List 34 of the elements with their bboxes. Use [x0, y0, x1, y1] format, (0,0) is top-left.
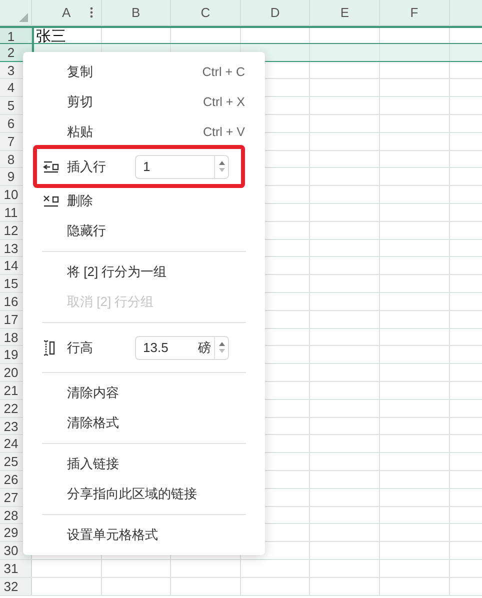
- number-input[interactable]: 1: [135, 154, 229, 178]
- row-header[interactable]: 31: [0, 560, 32, 577]
- row-header[interactable]: 32: [0, 578, 32, 594]
- column-header[interactable]: E: [310, 0, 380, 25]
- increment-icon[interactable]: [218, 161, 224, 165]
- menu-item[interactable]: 隐藏行: [67, 221, 106, 241]
- menu-item[interactable]: 清除格式: [67, 413, 119, 433]
- menu-item[interactable]: 清除内容: [67, 383, 119, 403]
- column-header[interactable]: A: [32, 0, 102, 25]
- insert-row-icon: [43, 160, 59, 172]
- shortcut-text: Ctrl + V: [202, 124, 245, 141]
- delete-row-icon: [43, 195, 59, 207]
- menu-item[interactable]: 行高: [67, 338, 93, 358]
- menu-item[interactable]: 插入行: [67, 156, 106, 176]
- drag-handle-icon[interactable]: [90, 7, 93, 18]
- increment-icon[interactable]: [218, 342, 224, 346]
- row-height-icon: [43, 340, 55, 356]
- menu-item[interactable]: 删除: [67, 191, 93, 211]
- row-header[interactable]: 1: [0, 28, 32, 43]
- menu-item[interactable]: 复制: [67, 62, 93, 82]
- menu-item[interactable]: 分享指向此区域的链接: [67, 484, 197, 504]
- shortcut-text: Ctrl + C: [202, 64, 245, 81]
- menu-item[interactable]: 插入链接: [67, 454, 119, 474]
- menu-item[interactable]: 粘贴: [67, 122, 93, 142]
- column-header[interactable]: B: [102, 0, 172, 25]
- column-header[interactable]: D: [240, 0, 310, 25]
- shortcut-text: Ctrl + X: [202, 94, 245, 111]
- column-header[interactable]: F: [380, 0, 450, 25]
- number-input[interactable]: 13.5 磅: [135, 336, 229, 360]
- menu-item[interactable]: 设置单元格格式: [67, 525, 158, 545]
- menu-item[interactable]: 剪切: [67, 92, 93, 112]
- table-cell: 张三: [32, 28, 102, 43]
- column-header[interactable]: C: [171, 0, 241, 25]
- menu-item[interactable]: 将 [2] 行分为一组: [67, 262, 167, 282]
